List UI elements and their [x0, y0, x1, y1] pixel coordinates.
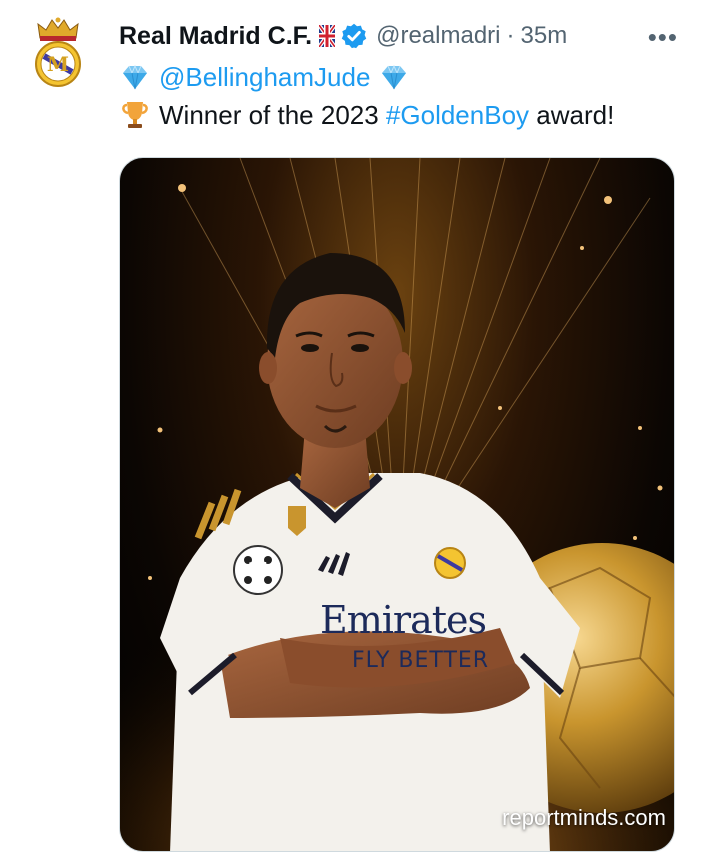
tweet-text-after: award!	[529, 100, 615, 130]
verified-badge-icon	[340, 22, 368, 50]
svg-text:M: M	[47, 52, 69, 76]
timestamp[interactable]: 35m	[521, 22, 568, 50]
hashtag-link[interactable]: #GoldenBoy	[386, 98, 529, 132]
tweet-text-line-2: Winner of the 2023 #GoldenBoy award!	[119, 98, 614, 132]
mention-link[interactable]: @BellinghamJude	[159, 60, 370, 94]
image-watermark: reportminds.com	[502, 805, 666, 830]
trophy-emoji-icon	[119, 99, 151, 131]
display-name[interactable]: Real Madrid C.F.	[119, 22, 312, 51]
tweet-media-photo[interactable]: 14 Emirates FLY BETTER reportminds.com	[119, 157, 675, 852]
jersey-sponsor-text: Emirates	[320, 598, 487, 642]
tweet-header: Real Madrid C.F. @realmadri · 35m •••	[119, 18, 694, 54]
tweet-text-before: Winner of the 2023	[159, 100, 386, 130]
more-options-icon[interactable]: •••	[648, 19, 678, 55]
jersey-slogan-text: FLY BETTER	[352, 648, 490, 673]
gem-emoji-icon	[119, 61, 151, 93]
player-photo-illustration	[120, 158, 674, 851]
tweet[interactable]: M Real Madrid C.F. @realmadri · 35m ••• …	[0, 0, 708, 856]
union-jack-flag-icon	[317, 23, 337, 49]
real-madrid-crest-icon: M	[35, 17, 81, 87]
sleeve-badge-number: 14	[247, 559, 269, 577]
tweet-text-line-1: @BellinghamJude	[119, 60, 410, 94]
gem-emoji-icon	[378, 61, 410, 93]
author-handle[interactable]: @realmadri	[376, 22, 500, 50]
avatar[interactable]: M	[26, 14, 90, 90]
separator-dot: ·	[506, 22, 515, 49]
